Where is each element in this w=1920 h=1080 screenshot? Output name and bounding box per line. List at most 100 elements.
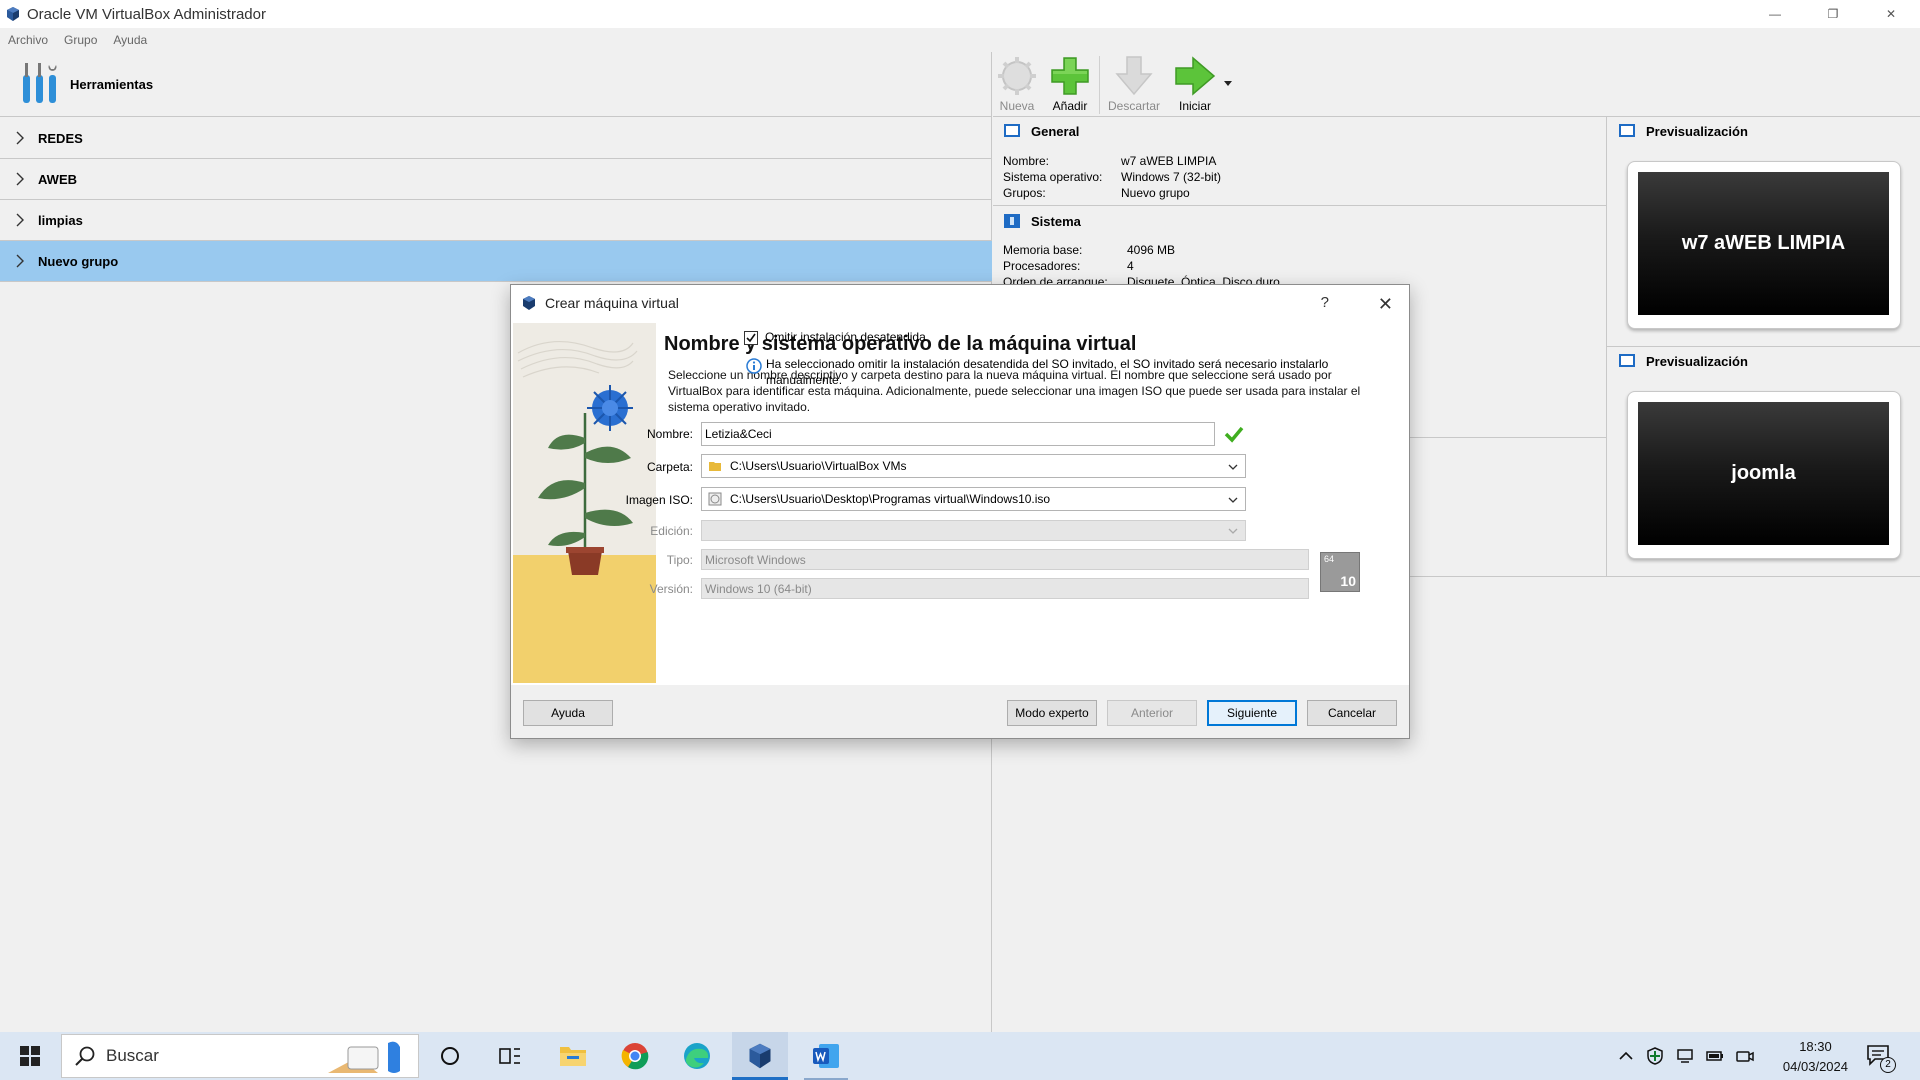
next-button[interactable]: Siguiente [1207, 700, 1297, 726]
version-select[interactable]: Windows 10 (64-bit) [701, 578, 1309, 599]
clock-date: 04/03/2024 [1782, 1059, 1848, 1074]
os-type-badge: 64 10 [1320, 552, 1360, 592]
file-explorer-button[interactable] [548, 1032, 598, 1080]
edition-select[interactable] [701, 520, 1246, 541]
add-vm-label: Añadir [1052, 99, 1088, 113]
folder-select[interactable]: C:\Users\Usuario\VirtualBox VMs [701, 454, 1246, 478]
disc-icon [708, 492, 722, 506]
menu-archivo[interactable]: Archivo [8, 33, 48, 47]
start-vm-button[interactable]: Iniciar [1171, 52, 1219, 117]
menu-grupo[interactable]: Grupo [64, 33, 97, 47]
skip-unattended-label[interactable]: Omitir instalación desatendida [765, 330, 926, 344]
type-value: Microsoft Windows [705, 552, 806, 567]
shield-icon[interactable] [1645, 1046, 1665, 1066]
type-select[interactable]: Microsoft Windows [701, 549, 1309, 570]
task-view-button[interactable] [490, 1032, 530, 1080]
detail-key: Sistema operativo: [1003, 170, 1103, 184]
detail-key: Grupos: [1003, 186, 1046, 200]
help-button[interactable]: ? [1321, 294, 1329, 311]
os-badge-bits: 64 [1324, 554, 1335, 564]
group-row-limpias[interactable]: limpias [0, 200, 992, 241]
dialog-titlebar: Crear máquina virtual ? ✕ [511, 285, 1409, 321]
iso-select[interactable]: C:\Users\Usuario\Desktop\Programas virtu… [701, 487, 1246, 511]
virtualbox-icon [7, 7, 19, 21]
help-dialog-button[interactable]: Ayuda [523, 700, 613, 726]
chevron-up-icon[interactable] [1616, 1046, 1636, 1066]
virtualbox-icon [749, 1043, 771, 1069]
chip-icon [1004, 214, 1020, 228]
group-label: limpias [38, 212, 83, 228]
preview-header-1[interactable]: Previsualización [1618, 123, 1748, 139]
system-title: Sistema [1031, 213, 1081, 229]
new-vm-label: Nueva [999, 99, 1035, 113]
folder-value: C:\Users\Usuario\VirtualBox VMs [730, 459, 907, 473]
system-section-header[interactable]: Sistema [1003, 213, 1081, 229]
version-value: Windows 10 (64-bit) [705, 581, 812, 596]
tools-row[interactable]: Herramientas [0, 52, 992, 117]
chevron-down-icon [1228, 497, 1238, 503]
maximize-button[interactable]: ❐ [1804, 0, 1862, 28]
new-vm-button[interactable]: Nueva [995, 52, 1039, 117]
general-section-header[interactable]: General [1003, 123, 1079, 139]
taskbar-search[interactable]: Buscar [61, 1034, 419, 1078]
new-gear-icon [998, 57, 1036, 95]
word-icon [813, 1044, 839, 1068]
window-titlebar: Oracle VM VirtualBox Administrador — ❐ ✕ [0, 0, 1920, 28]
close-dialog-button[interactable]: ✕ [1378, 294, 1393, 315]
discard-button[interactable]: Descartar [1103, 52, 1165, 117]
valid-check-icon [1224, 426, 1244, 443]
taskbar-clock[interactable]: 18:30 04/03/2024 [1783, 1037, 1848, 1077]
minimize-button[interactable]: — [1746, 0, 1804, 28]
notification-center-button[interactable]: 2 [1866, 1044, 1896, 1073]
detail-key: Memoria base: [1003, 243, 1083, 257]
search-placeholder: Buscar [106, 1046, 159, 1065]
chrome-button[interactable] [610, 1032, 660, 1080]
chevron-right-icon [16, 213, 24, 227]
start-dropdown-icon[interactable] [1223, 79, 1233, 87]
taskbar: Buscar 18:30 04/03/2024 2 [0, 1032, 1920, 1080]
group-label: REDES [38, 130, 83, 146]
battery-icon[interactable] [1705, 1046, 1725, 1066]
virtualbox-taskbar-button[interactable] [732, 1032, 788, 1080]
cortana-button[interactable] [430, 1032, 470, 1080]
arrow-down-icon [1115, 56, 1153, 96]
group-row-redes[interactable]: REDES [0, 118, 992, 159]
back-button[interactable]: Anterior [1107, 700, 1197, 726]
tools-icon [23, 63, 57, 103]
main-toolbar: Nueva Añadir Descartar Iniciar [993, 52, 1920, 117]
preview-header-2[interactable]: Previsualización [1618, 353, 1748, 369]
chevron-right-icon [16, 131, 24, 145]
checkmark-icon [746, 333, 756, 343]
start-vm-label: Iniciar [1178, 99, 1211, 113]
preview-title: Previsualización [1646, 353, 1748, 369]
group-row-nuevo-grupo[interactable]: Nuevo grupo [0, 241, 992, 282]
type-label: Tipo: [666, 553, 693, 567]
name-input[interactable]: Letizia&Ceci [701, 422, 1215, 446]
edge-button[interactable] [672, 1032, 722, 1080]
add-vm-button[interactable]: Añadir [1045, 52, 1095, 117]
close-window-button[interactable]: ✕ [1862, 0, 1920, 28]
detail-key: Procesadores: [1003, 259, 1081, 273]
search-icon [75, 1046, 95, 1066]
group-label: Nuevo grupo [38, 253, 119, 269]
skip-unattended-checkbox[interactable] [744, 331, 758, 345]
menu-ayuda[interactable]: Ayuda [113, 33, 147, 47]
chevron-right-icon [16, 172, 24, 186]
circle-icon [441, 1047, 459, 1065]
group-label: AWEB [38, 171, 77, 187]
detail-value: 4096 MB [1127, 243, 1176, 257]
dialog-footer: Ayuda Modo experto Anterior Siguiente Ca… [511, 685, 1409, 738]
expert-mode-button[interactable]: Modo experto [1007, 700, 1097, 726]
start-button[interactable] [0, 1032, 60, 1080]
version-label: Versión: [649, 582, 693, 596]
cancel-button[interactable]: Cancelar [1307, 700, 1397, 726]
window-title: Oracle VM VirtualBox Administrador [27, 5, 266, 23]
chrome-icon [621, 1043, 649, 1070]
network-icon[interactable] [1675, 1046, 1695, 1066]
group-row-aweb[interactable]: AWEB [0, 159, 992, 200]
preview-vm-name: joomla [1731, 462, 1796, 484]
notification-count: 2 [1880, 1057, 1896, 1073]
unattended-info-text: Ha seleccionado omitir la instalación de… [766, 357, 1329, 387]
word-button[interactable] [798, 1032, 854, 1080]
camera-icon[interactable] [1735, 1046, 1755, 1066]
